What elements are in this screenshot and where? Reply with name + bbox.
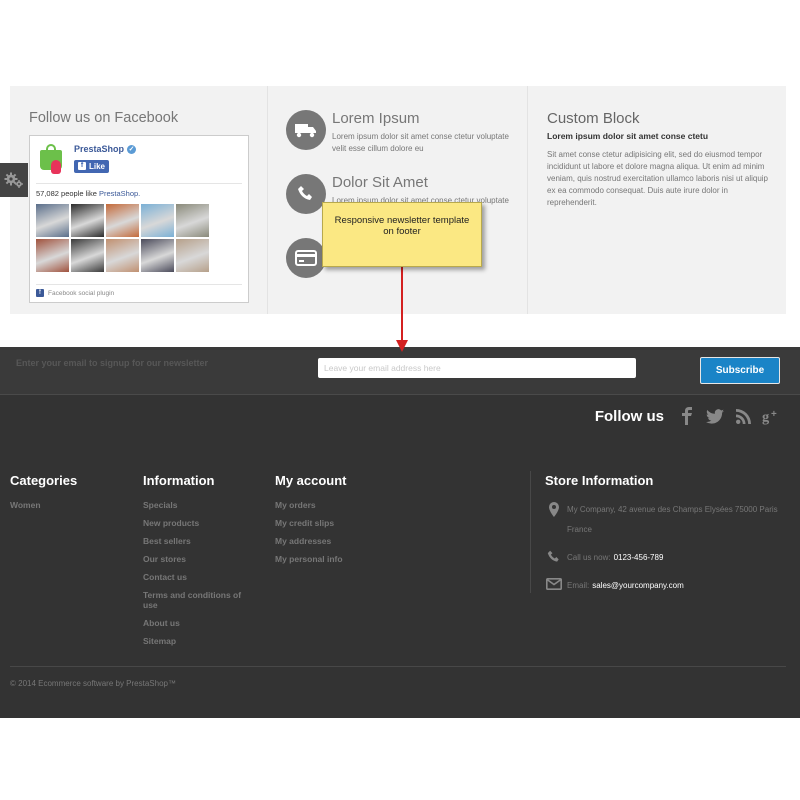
facebook-fan-photos xyxy=(36,204,242,272)
facebook-title: Follow us on Facebook xyxy=(29,110,179,126)
google-plus-icon[interactable]: g + xyxy=(762,407,780,425)
envelope-icon xyxy=(545,578,563,590)
service-desc: Lorem ipsum dolor sit amet conse ctetur … xyxy=(332,132,509,153)
footer-link[interactable]: Women xyxy=(10,500,120,510)
store-address: My Company, 42 avenue des Champs Elysées… xyxy=(567,505,778,534)
information-list: Specials New products Best sellers Our stor… xyxy=(143,500,253,646)
store-email-row: Email: sales@yourcompany.com xyxy=(545,576,790,596)
fan-photo[interactable] xyxy=(71,204,104,237)
service-title: Lorem Ipsum xyxy=(332,110,420,127)
footer-link[interactable]: My credit slips xyxy=(275,518,395,528)
facebook-page-name[interactable]: PrestaShop ✓ xyxy=(74,144,137,154)
footer-link[interactable]: Sitemap xyxy=(143,636,253,646)
my-account-list: My orders My credit slips My addresses My p… xyxy=(275,500,395,564)
annotation-arrow xyxy=(396,266,408,352)
map-marker-icon xyxy=(545,502,563,517)
footer: Enter your email to signup for our newsl… xyxy=(0,347,800,718)
fan-photo[interactable] xyxy=(176,204,209,237)
annotation-note-text: Responsive newsletter template on footer xyxy=(334,215,470,237)
footer-link[interactable]: Best sellers xyxy=(143,536,253,546)
facebook-icon: f xyxy=(78,162,86,170)
truck-icon xyxy=(286,110,326,150)
footer-link[interactable]: Our stores xyxy=(143,554,253,564)
likes-prefix: 57,082 people like xyxy=(36,189,99,198)
footer-link[interactable]: Terms and conditions of use xyxy=(143,590,253,610)
custom-block-column: Custom Block Lorem ipsum dolor sit amet … xyxy=(528,86,786,314)
svg-text:g: g xyxy=(762,409,770,425)
prestashop-logo-icon[interactable] xyxy=(40,144,66,174)
custom-block-text: Sit amet conse ctetur adipisicing elit, … xyxy=(547,150,768,207)
rss-icon[interactable] xyxy=(734,407,752,425)
categories-title: Categories xyxy=(10,473,78,488)
follow-us: Follow us g + xyxy=(595,407,780,425)
my-account-title: My account xyxy=(275,473,347,488)
footer-my-account: My account My orders My credit slips My ad… xyxy=(275,473,395,572)
facebook-like-button[interactable]: f Like xyxy=(74,159,110,173)
footer-link[interactable]: New products xyxy=(143,518,253,528)
service-title: Dolor Sit Amet xyxy=(332,174,428,191)
fan-photo[interactable] xyxy=(36,239,69,272)
store-phone: 0123-456-789 xyxy=(613,553,664,562)
facebook-like-box: PrestaShop ✓ f Like 57,082 people like P… xyxy=(29,135,249,303)
facebook-column: Follow us on Facebook PrestaShop ✓ f Lik… xyxy=(10,86,268,314)
call-us-label: Call us now: xyxy=(567,553,611,562)
gear-icon xyxy=(4,172,23,188)
follow-us-title: Follow us xyxy=(594,407,664,425)
fan-photo[interactable] xyxy=(106,204,139,237)
phone-icon xyxy=(286,174,326,214)
facebook-plugin-footer: f Facebook social plugin xyxy=(36,284,242,297)
likes-page-link[interactable]: PrestaShop. xyxy=(99,189,140,198)
copyright-text: © 2014 Ecommerce software by PrestaShop™ xyxy=(10,679,176,688)
footer-link[interactable]: Specials xyxy=(143,500,253,510)
custom-block-subtitle: Lorem ipsum dolor sit amet conse ctetu xyxy=(547,131,709,141)
facebook-page-name-text[interactable]: PrestaShop xyxy=(74,144,124,154)
newsletter-email-input[interactable] xyxy=(318,358,636,378)
verified-icon: ✓ xyxy=(127,144,137,154)
store-address-row: My Company, 42 avenue des Champs Elysées… xyxy=(545,500,790,540)
fan-photo[interactable] xyxy=(71,239,104,272)
like-label: Like xyxy=(89,161,106,171)
annotation-note: Responsive newsletter template on footer xyxy=(322,202,482,267)
footer-categories: Categories Women xyxy=(10,473,120,518)
information-title: Information xyxy=(143,473,215,488)
service-item: Lorem Ipsum Lorem ipsum dolor sit amet c… xyxy=(286,110,527,174)
footer-link[interactable]: About us xyxy=(143,618,253,628)
svg-text:+: + xyxy=(771,409,777,420)
facebook-likes-count: 57,082 people like PrestaShop. xyxy=(36,189,242,198)
facebook-icon[interactable] xyxy=(678,407,696,425)
footer-store-information: Store Information My Company, 42 avenue … xyxy=(530,471,790,593)
categories-list: Women xyxy=(10,500,120,510)
facebook-icon: f xyxy=(36,289,44,297)
store-phone-row: Call us now: 0123-456-789 xyxy=(545,548,790,568)
email-label: Email: xyxy=(567,581,590,590)
footer-link[interactable]: My personal info xyxy=(275,554,395,564)
footer-divider xyxy=(10,666,786,667)
fan-photo[interactable] xyxy=(141,204,174,237)
footer-link[interactable]: Contact us xyxy=(143,572,253,582)
footer-information: Information Specials New products Best sel… xyxy=(143,473,253,654)
subscribe-button[interactable]: Subscribe xyxy=(700,357,780,384)
fan-photo[interactable] xyxy=(141,239,174,272)
fan-photo[interactable] xyxy=(176,239,209,272)
facebook-header: PrestaShop ✓ f Like xyxy=(36,142,242,184)
twitter-icon[interactable] xyxy=(706,407,724,425)
store-information-title: Store Information xyxy=(545,473,654,488)
theme-config-gear-tab[interactable] xyxy=(0,163,28,197)
fan-photo[interactable] xyxy=(106,239,139,272)
credit-card-icon xyxy=(286,238,326,278)
fan-photo[interactable] xyxy=(36,204,69,237)
store-email-link[interactable]: sales@yourcompany.com xyxy=(592,576,684,596)
footer-link[interactable]: My addresses xyxy=(275,536,395,546)
custom-block-title: Custom Block xyxy=(547,110,640,127)
newsletter-label: Enter your email to signup for our newsl… xyxy=(16,358,209,368)
footer-link[interactable]: My orders xyxy=(275,500,395,510)
facebook-plugin-label[interactable]: Facebook social plugin xyxy=(48,290,114,297)
phone-icon xyxy=(545,550,563,564)
